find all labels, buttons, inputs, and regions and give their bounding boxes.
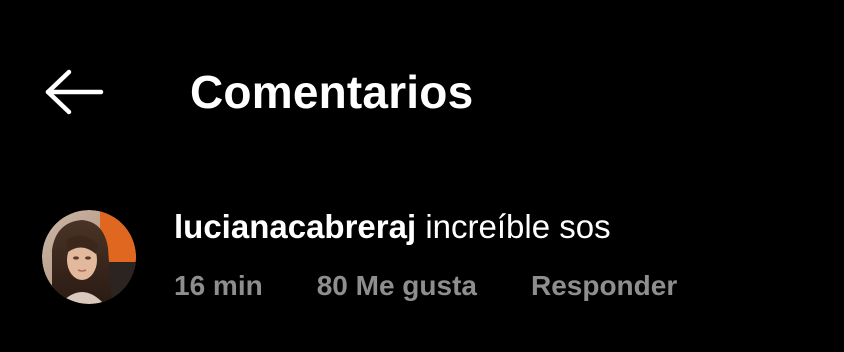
header: Comentarios	[0, 52, 844, 132]
comment-text: increíble sos	[425, 208, 611, 245]
comment-time: 16 min	[174, 270, 263, 301]
comments-screen: Comentarios lucianacabreraj increíble so…	[0, 0, 844, 352]
reply-button[interactable]: Responder	[531, 268, 677, 304]
avatar[interactable]	[42, 210, 136, 304]
comment-likes[interactable]: 80 Me gusta	[317, 268, 477, 304]
comment-item: lucianacabreraj increíble sos 16 min 80 …	[0, 200, 844, 320]
comment-meta: 16 min 80 Me gusta Responder	[174, 268, 814, 304]
user-avatar-photo-icon	[42, 210, 136, 304]
comment-username[interactable]: lucianacabreraj	[174, 208, 416, 245]
comment-body: lucianacabreraj increíble sos 16 min 80 …	[174, 206, 814, 304]
back-button[interactable]	[36, 60, 112, 124]
arrow-left-icon	[45, 69, 104, 115]
page-title: Comentarios	[190, 66, 474, 118]
comment-line: lucianacabreraj increíble sos	[174, 206, 814, 248]
